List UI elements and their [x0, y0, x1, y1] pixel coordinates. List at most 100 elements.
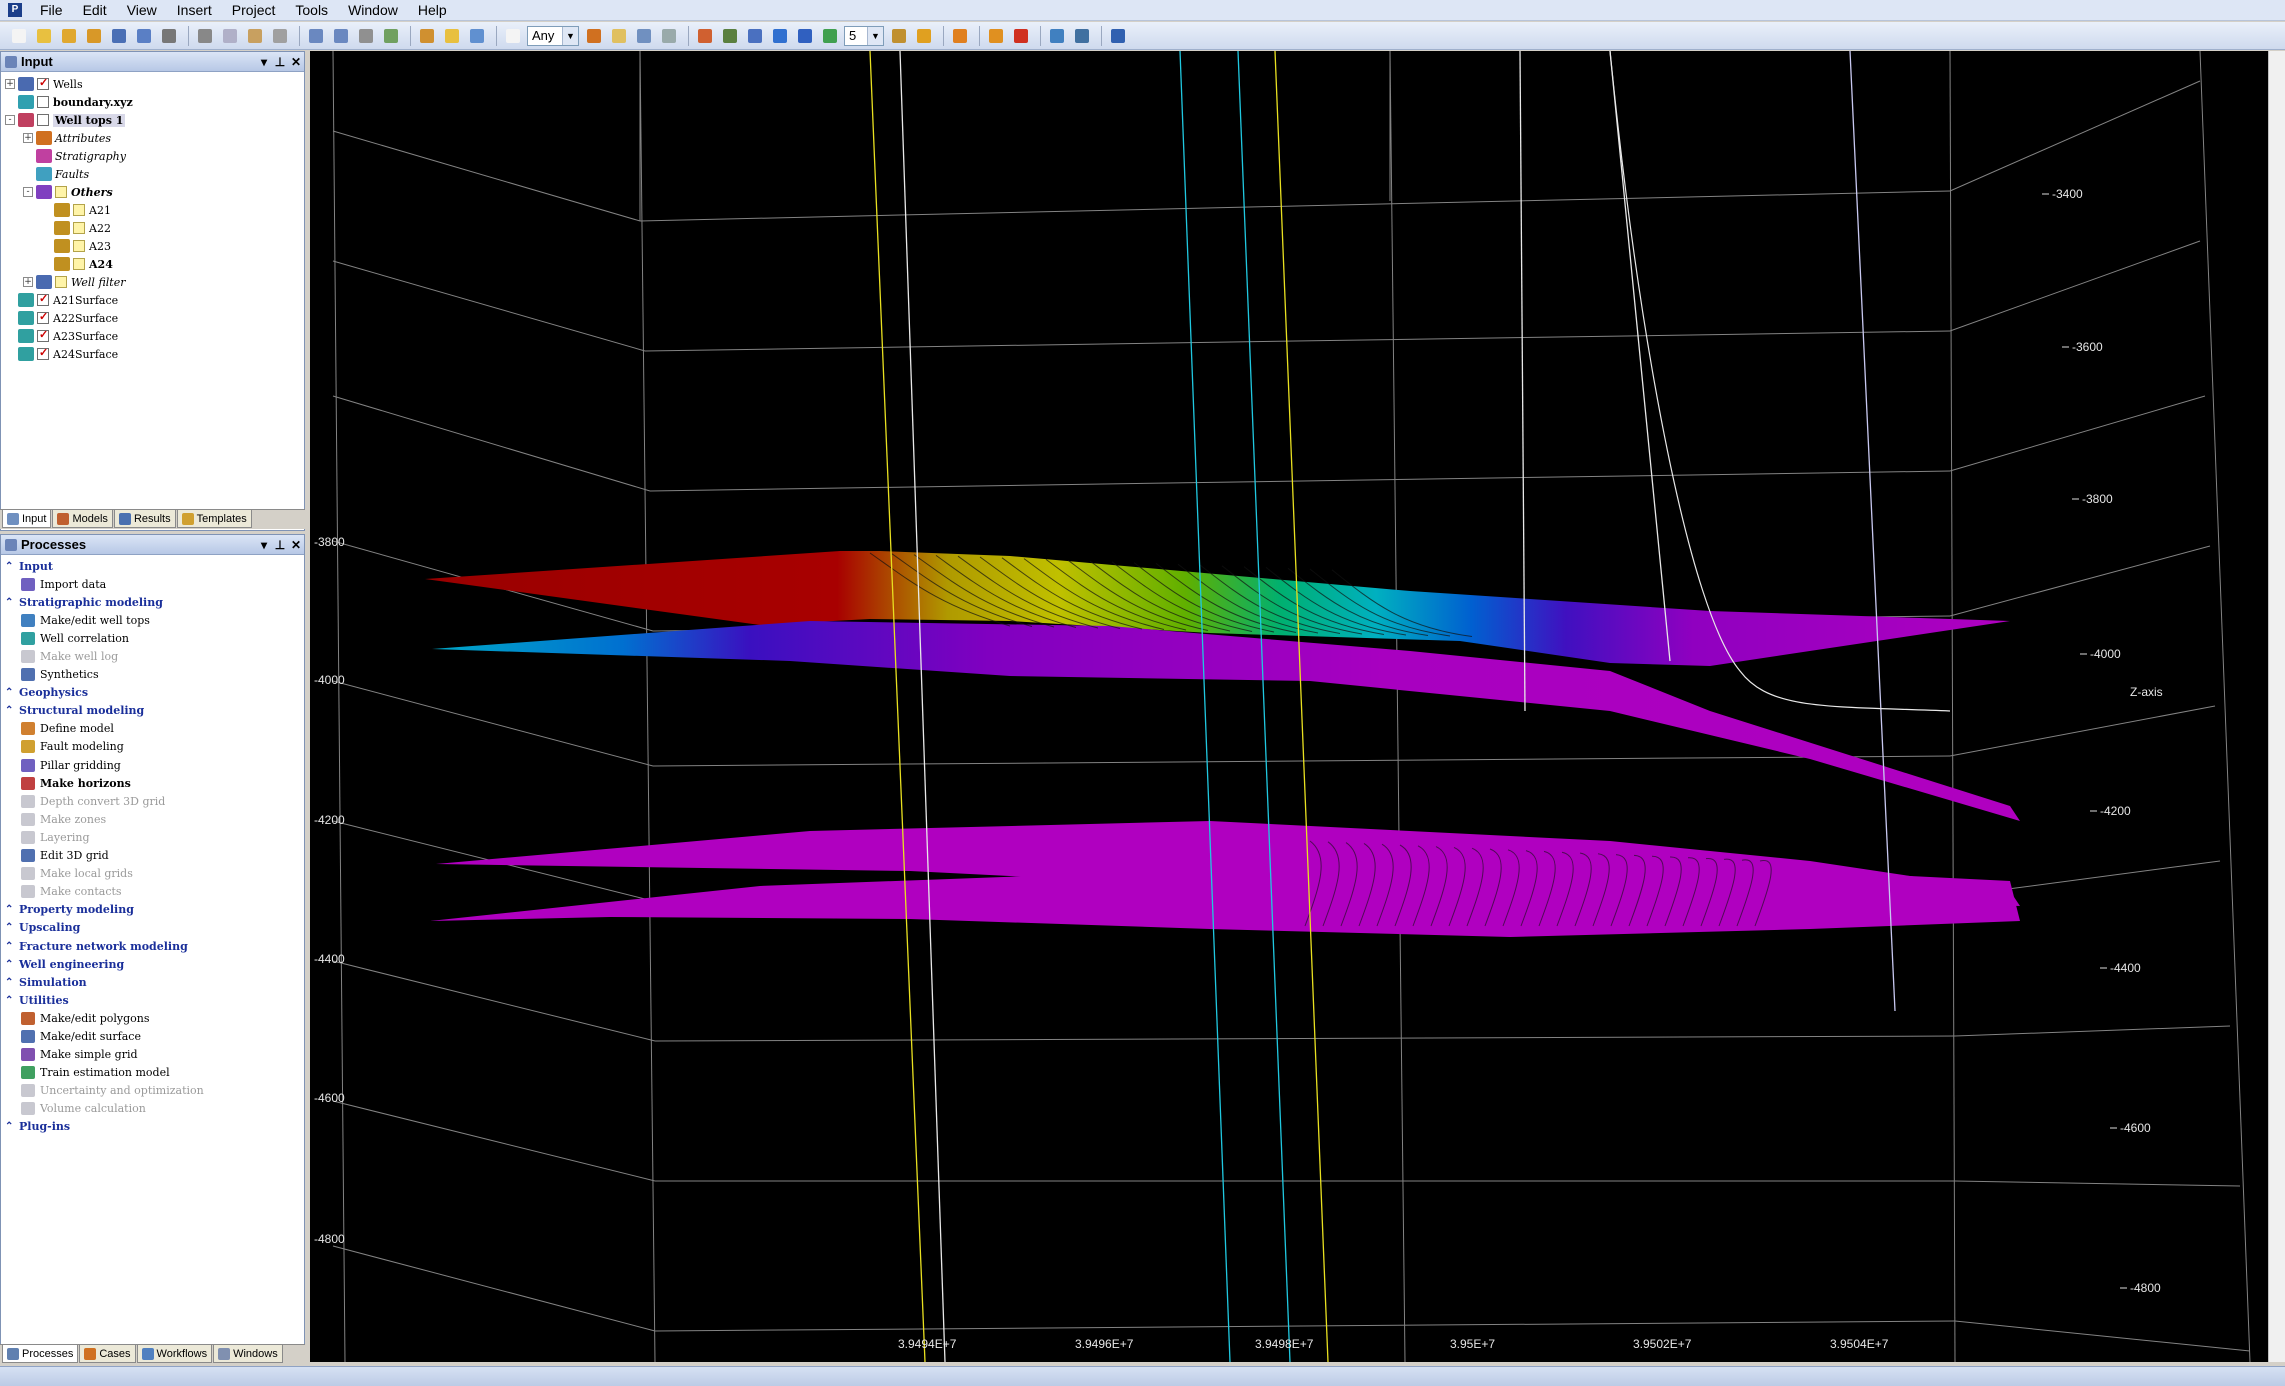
axis-button[interactable]	[949, 25, 971, 47]
tree-item-a21[interactable]: A21	[1, 201, 304, 219]
tree-item-others[interactable]: - Others	[1, 183, 304, 201]
legend-button[interactable]	[888, 25, 910, 47]
menu-insert[interactable]: Insert	[167, 2, 222, 18]
pick-button[interactable]	[985, 25, 1007, 47]
visibility-checkbox[interactable]	[37, 114, 49, 126]
process-import-data[interactable]: Import data	[1, 575, 304, 593]
chevron-up-icon[interactable]: ⌃	[5, 922, 19, 933]
expand-icon[interactable]: +	[5, 79, 15, 89]
visibility-checkbox[interactable]	[73, 222, 85, 234]
process-category-utilities[interactable]: ⌃ Utilities	[1, 991, 304, 1009]
tree-item-boundary-xyz[interactable]: boundary.xyz	[1, 93, 304, 111]
process-make-well-log[interactable]: Make well log	[1, 647, 304, 665]
print-button[interactable]	[158, 25, 180, 47]
chevron-up-icon[interactable]: ⌃	[5, 941, 19, 952]
tab-templates[interactable]: Templates	[176, 510, 252, 528]
menu-project[interactable]: Project	[222, 2, 286, 18]
process-make-edit-surface[interactable]: Make/edit surface	[1, 1027, 304, 1045]
close-icon[interactable]: ✕	[288, 538, 304, 552]
process-pillar-gridding[interactable]: Pillar gridding	[1, 756, 304, 774]
zoom-extents-button[interactable]	[794, 25, 816, 47]
view-3d-button[interactable]	[744, 25, 766, 47]
well-trajectory[interactable]	[1849, 51, 1896, 1012]
visibility-checkbox[interactable]	[37, 346, 49, 360]
chevron-down-icon[interactable]: ▼	[867, 26, 883, 45]
menu-tools[interactable]: Tools	[285, 2, 338, 18]
well-trajectory[interactable]	[1237, 51, 1291, 1362]
menu-edit[interactable]: Edit	[73, 2, 117, 18]
close-icon[interactable]: ✕	[288, 55, 304, 69]
visibility-checkbox[interactable]	[55, 186, 67, 198]
collapse-icon[interactable]: -	[23, 187, 33, 197]
move-button[interactable]	[1107, 25, 1129, 47]
process-edit-3d-grid[interactable]: Edit 3D grid	[1, 847, 304, 865]
chevron-up-icon[interactable]: ⌃	[5, 561, 19, 572]
tree-item-well-filter[interactable]: + Well filter	[1, 273, 304, 291]
tab-input[interactable]: Input	[2, 510, 52, 528]
process-fault-modeling[interactable]: Fault modeling	[1, 738, 304, 756]
chevron-up-icon[interactable]: ⌃	[5, 687, 19, 698]
process-define-model[interactable]: Define model	[1, 720, 304, 738]
save-as-button[interactable]	[133, 25, 155, 47]
process-make-edit-polygons[interactable]: Make/edit polygons	[1, 1009, 304, 1027]
menu-window[interactable]: Window	[338, 2, 408, 18]
tree-item-a22surface[interactable]: A22Surface	[1, 309, 304, 327]
chevron-up-icon[interactable]: ⌃	[5, 995, 19, 1006]
process-make-edit-well-tops[interactable]: Make/edit well tops	[1, 611, 304, 629]
mesh-button[interactable]	[1071, 25, 1093, 47]
refresh-button[interactable]	[380, 25, 402, 47]
process-uncertainty-and-optimization[interactable]: Uncertainty and optimization	[1, 1082, 304, 1100]
panel-menu-icon[interactable]: ▾	[256, 55, 272, 69]
process-depth-convert-3d-grid[interactable]: Depth convert 3D grid	[1, 792, 304, 810]
process-category-property-modeling[interactable]: ⌃ Property modeling	[1, 901, 304, 919]
tab-cases[interactable]: Cases	[79, 1345, 136, 1363]
process-category-upscaling[interactable]: ⌃ Upscaling	[1, 919, 304, 937]
app-logo-icon[interactable]: P	[8, 3, 22, 17]
well-trajectory[interactable]	[1274, 51, 1329, 1362]
visibility-checkbox[interactable]	[73, 240, 85, 252]
visibility-checkbox[interactable]	[37, 76, 49, 90]
copy-window-button[interactable]	[658, 25, 680, 47]
process-category-geophysics[interactable]: ⌃ Geophysics	[1, 684, 304, 702]
view-from-top-button[interactable]	[719, 25, 741, 47]
tree-item-faults[interactable]: Faults	[1, 165, 304, 183]
tree-item-a21surface[interactable]: A21Surface	[1, 291, 304, 309]
pin-icon[interactable]: ⊥	[272, 55, 288, 69]
chevron-up-icon[interactable]: ⌃	[5, 977, 19, 988]
chevron-up-icon[interactable]: ⌃	[5, 904, 19, 915]
delete-button[interactable]	[269, 25, 291, 47]
undo-button[interactable]	[305, 25, 327, 47]
number-combo[interactable]: 5 ▼	[844, 25, 884, 46]
process-well-correlation[interactable]: Well correlation	[1, 629, 304, 647]
expand-icon[interactable]: +	[23, 277, 33, 287]
menu-help[interactable]: Help	[408, 2, 457, 18]
collapse-icon[interactable]: -	[5, 115, 15, 125]
visibility-checkbox[interactable]	[73, 258, 85, 270]
tree-item-wells[interactable]: + Wells	[1, 75, 304, 93]
tab-processes[interactable]: Processes	[2, 1345, 79, 1363]
tree-item-stratigraphy[interactable]: Stratigraphy	[1, 147, 304, 165]
tab-workflows[interactable]: Workflows	[136, 1345, 213, 1363]
open-button[interactable]	[33, 25, 55, 47]
chevron-up-icon[interactable]: ⌃	[5, 597, 19, 608]
3d-viewport[interactable]: -3800 -4000 -4200 -4400 -4600 -4800 -3400 -3600…	[310, 51, 2285, 1362]
rotate-button[interactable]	[769, 25, 791, 47]
reopen-button[interactable]	[83, 25, 105, 47]
tree-item-a23[interactable]: A23	[1, 237, 304, 255]
tree-item-well-tops-1[interactable]: - Well tops 1	[1, 111, 304, 129]
process-category-plug-ins[interactable]: ⌃ Plug-ins	[1, 1118, 304, 1136]
well-trajectory[interactable]	[869, 51, 926, 1362]
edit-button[interactable]	[608, 25, 630, 47]
process-category-stratigraphic-modeling[interactable]: ⌃ Stratigraphic modeling	[1, 593, 304, 611]
menu-view[interactable]: View	[117, 2, 167, 18]
process-layering[interactable]: Layering	[1, 828, 304, 846]
viewport-scrollbar[interactable]	[2268, 51, 2285, 1362]
pointer-button[interactable]	[1010, 25, 1032, 47]
expand-icon[interactable]: +	[23, 133, 33, 143]
tree-item-attributes[interactable]: + Attributes	[1, 129, 304, 147]
color-table-button[interactable]	[913, 25, 935, 47]
tree-item-a23surface[interactable]: A23Surface	[1, 327, 304, 345]
chevron-down-icon[interactable]: ▼	[562, 26, 578, 45]
copy-button[interactable]	[219, 25, 241, 47]
globe-button[interactable]	[819, 25, 841, 47]
